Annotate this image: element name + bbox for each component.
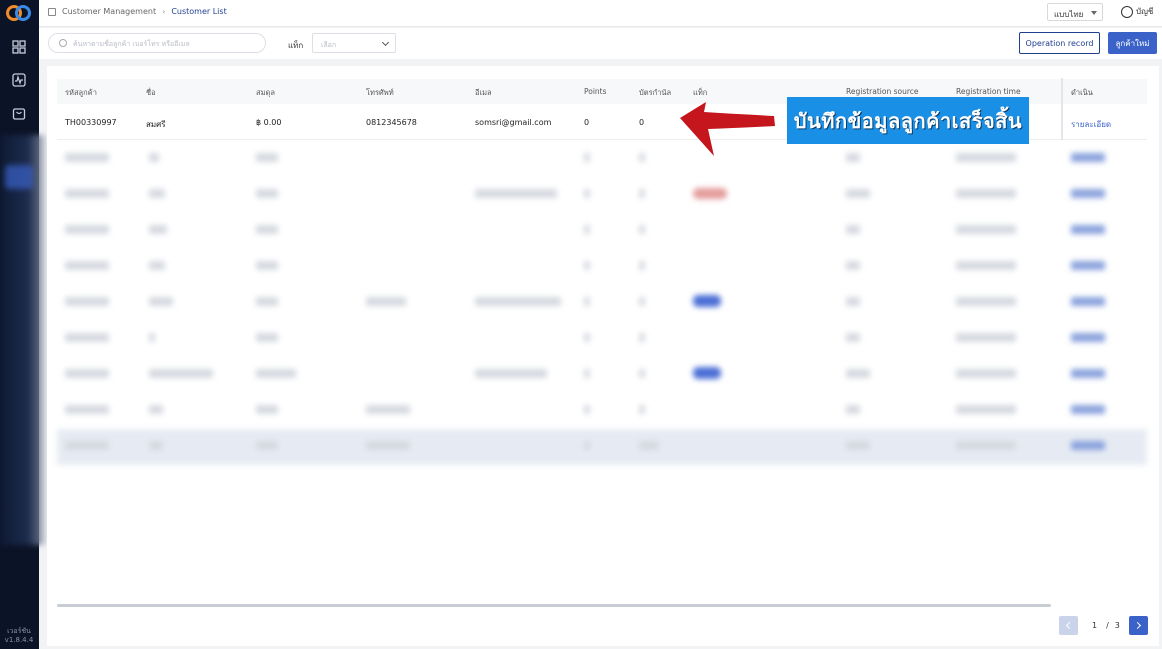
sidebar: เวอร์ชัน v1.8.4.4 (0, 0, 46, 649)
breadcrumb: Customer Management › Customer List (48, 7, 227, 16)
search-placeholder: ค้นหาตามชื่อลูกค้า เบอร์โทร หรืออีเมล (73, 40, 190, 48)
col-vouchers: บัตรกำนัล (639, 88, 672, 97)
customer-management-icon (48, 7, 56, 16)
operation-record-button[interactable]: Operation record (1019, 32, 1100, 54)
col-points: Points (584, 87, 607, 96)
col-registration-time: Registration time (956, 87, 1021, 96)
breadcrumb-parent[interactable]: Customer Management (62, 7, 156, 16)
col-balance: สมดุล (256, 88, 275, 97)
account-menu[interactable]: บัญชี (1121, 5, 1153, 18)
col-customer-id: รหัสลูกค้า (65, 88, 97, 97)
cell-phone: 0812345678 (366, 118, 417, 127)
tag-filter-select[interactable]: เลือก (312, 33, 396, 53)
fixed-column-divider (1061, 78, 1063, 140)
tag-filter-label: แท็ก (288, 41, 304, 50)
app-version: เวอร์ชัน v1.8.4.4 (4, 627, 34, 644)
search-icon (59, 39, 67, 47)
filter-bar: ค้นหาตามชื่อลูกค้า เบอร์โทร หรืออีเมล แท… (39, 28, 1162, 59)
col-registration-source: Registration source (846, 87, 919, 96)
col-tags: แท็ก (693, 88, 708, 97)
dashboard-icon[interactable] (11, 39, 27, 55)
customer-table-card: รหัสลูกค้า ชื่อ สมดุล โทรศัพท์ อีเมล Poi… (47, 66, 1159, 646)
cell-balance: ฿ 0.00 (256, 118, 282, 127)
col-action: ดำเนิน (1071, 88, 1093, 97)
breadcrumb-current: Customer List (171, 7, 227, 16)
blurred-rows (57, 141, 1147, 471)
page-separator: / (1106, 621, 1109, 630)
cell-vouchers: 0 (639, 118, 645, 127)
shopping-bag-icon[interactable] (11, 105, 27, 121)
total-pages: 3 (1114, 621, 1120, 630)
language-select[interactable]: แบบไทย (1047, 3, 1103, 21)
prev-page-button[interactable] (1059, 616, 1078, 635)
caret-down-icon (1091, 11, 1097, 15)
red-arrow-icon (680, 102, 775, 156)
next-page-button[interactable] (1128, 616, 1148, 635)
brand-logo (6, 5, 31, 21)
tag-filter-placeholder: เลือก (321, 41, 337, 49)
col-phone: โทรศัพท์ (366, 88, 394, 97)
breadcrumb-separator-icon: › (162, 7, 166, 16)
cell-email: somsri@gmail.com (475, 118, 552, 127)
col-email: อีเมล (475, 88, 492, 97)
cell-name: สมศรี (146, 120, 166, 129)
success-banner: บันทึกข้อมูลลูกค้าเสร็จสิ้น (787, 97, 1029, 144)
top-bar: Customer Management › Customer List แบบไ… (39, 0, 1162, 27)
account-label: บัญชี (1136, 7, 1154, 16)
new-customer-button[interactable]: ลูกค้าใหม่ (1108, 32, 1157, 54)
chevron-right-icon (1133, 621, 1141, 630)
col-name: ชื่อ (146, 88, 156, 97)
horizontal-scrollbar[interactable] (57, 604, 1051, 607)
sidebar-blurred-menu (0, 135, 46, 545)
cell-points: 0 (584, 118, 590, 127)
pagination: 1 / 3 (1059, 616, 1148, 635)
activity-icon[interactable] (11, 72, 27, 88)
chevron-left-icon (1065, 621, 1074, 630)
chevron-down-icon (381, 38, 390, 47)
cell-customer-id: TH00330997 (65, 118, 117, 127)
language-value: แบบไทย (1054, 10, 1084, 19)
current-page[interactable]: 1 (1092, 621, 1097, 630)
user-icon (1121, 5, 1133, 18)
details-link[interactable]: รายละเอียด (1071, 118, 1111, 131)
search-input[interactable]: ค้นหาตามชื่อลูกค้า เบอร์โทร หรืออีเมล (48, 33, 266, 53)
